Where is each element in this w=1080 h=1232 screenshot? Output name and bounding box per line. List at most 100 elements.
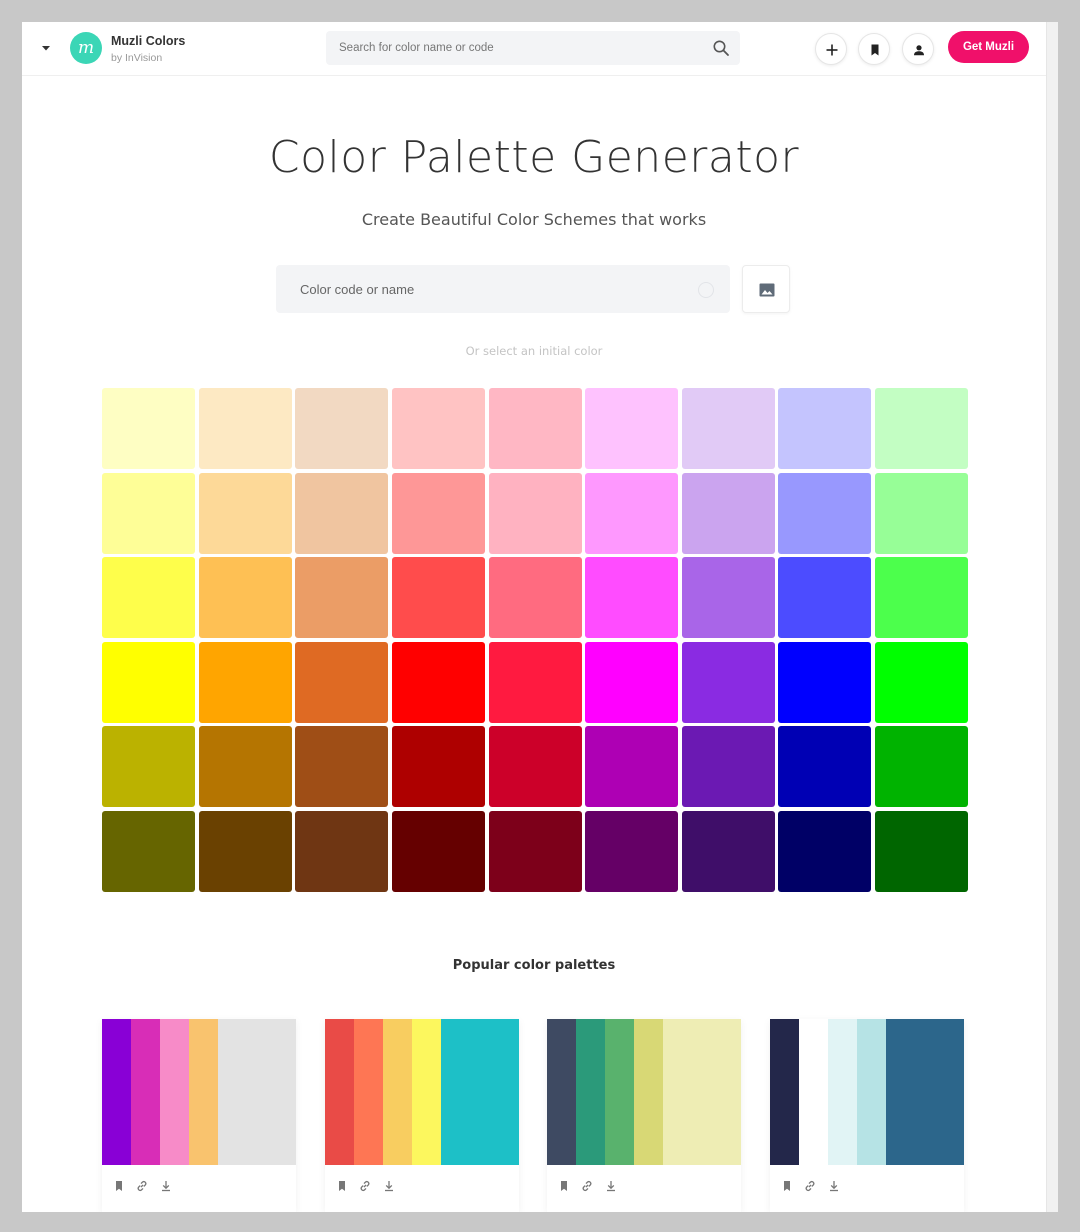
color-swatch[interactable]: [875, 472, 968, 554]
bookmark-icon[interactable]: [112, 1179, 126, 1193]
palette-color[interactable]: [411, 1019, 441, 1165]
bookmark-icon[interactable]: [335, 1179, 349, 1193]
color-swatch[interactable]: [488, 726, 582, 808]
color-swatch[interactable]: [295, 641, 389, 723]
palette-color[interactable]: [885, 1019, 964, 1165]
color-swatch[interactable]: [585, 388, 679, 469]
color-swatch[interactable]: [391, 810, 485, 892]
color-swatch[interactable]: [778, 641, 872, 723]
color-swatch[interactable]: [875, 557, 968, 639]
palette-color[interactable]: [856, 1019, 886, 1165]
color-swatch[interactable]: [198, 641, 292, 723]
palette-color[interactable]: [604, 1019, 634, 1165]
color-swatch[interactable]: [295, 557, 389, 639]
palette-card[interactable]: [102, 1019, 296, 1212]
color-swatch[interactable]: [585, 810, 679, 892]
color-swatch[interactable]: [778, 557, 872, 639]
color-swatch[interactable]: [391, 388, 485, 469]
color-swatch[interactable]: [681, 472, 775, 554]
download-icon[interactable]: [382, 1179, 396, 1193]
palette-colors[interactable]: [547, 1019, 741, 1165]
muzli-logo[interactable]: m: [70, 32, 102, 64]
color-swatch[interactable]: [681, 388, 775, 469]
profile-button[interactable]: [902, 33, 934, 65]
palette-color[interactable]: [662, 1019, 741, 1165]
color-swatch[interactable]: [875, 810, 968, 892]
saved-button[interactable]: [858, 33, 890, 65]
bookmark-icon[interactable]: [557, 1179, 571, 1193]
palette-color[interactable]: [188, 1019, 218, 1165]
color-swatch[interactable]: [488, 472, 582, 554]
palette-color[interactable]: [440, 1019, 519, 1165]
palette-color[interactable]: [102, 1019, 131, 1165]
color-swatch[interactable]: [198, 388, 292, 469]
color-swatch[interactable]: [102, 557, 195, 639]
color-swatch[interactable]: [585, 557, 679, 639]
color-swatch[interactable]: [778, 810, 872, 892]
color-swatch[interactable]: [102, 388, 195, 469]
download-icon[interactable]: [159, 1179, 173, 1193]
palette-color[interactable]: [382, 1019, 412, 1165]
color-swatch[interactable]: [681, 726, 775, 808]
palette-color[interactable]: [353, 1019, 383, 1165]
color-swatch[interactable]: [295, 726, 389, 808]
palette-color[interactable]: [325, 1019, 354, 1165]
bookmark-icon[interactable]: [780, 1179, 794, 1193]
link-icon[interactable]: [135, 1179, 149, 1193]
color-swatch[interactable]: [198, 726, 292, 808]
color-swatch[interactable]: [391, 557, 485, 639]
download-icon[interactable]: [827, 1179, 841, 1193]
color-swatch[interactable]: [102, 810, 195, 892]
color-swatch[interactable]: [875, 641, 968, 723]
color-swatch[interactable]: [681, 557, 775, 639]
palette-color[interactable]: [130, 1019, 160, 1165]
color-swatch[interactable]: [102, 472, 195, 554]
link-icon[interactable]: [803, 1179, 817, 1193]
color-swatch[interactable]: [198, 472, 292, 554]
color-swatch[interactable]: [875, 388, 968, 469]
color-swatch[interactable]: [778, 726, 872, 808]
palette-color[interactable]: [798, 1019, 828, 1165]
palette-color[interactable]: [575, 1019, 605, 1165]
color-swatch[interactable]: [295, 388, 389, 469]
color-swatch[interactable]: [875, 726, 968, 808]
palette-color[interactable]: [770, 1019, 799, 1165]
color-swatch[interactable]: [391, 472, 485, 554]
color-swatch[interactable]: [585, 641, 679, 723]
add-button[interactable]: [815, 33, 847, 65]
download-icon[interactable]: [604, 1179, 618, 1193]
color-swatch[interactable]: [391, 641, 485, 723]
palette-card[interactable]: [547, 1019, 741, 1212]
color-swatch[interactable]: [681, 641, 775, 723]
palette-color[interactable]: [827, 1019, 857, 1165]
palette-color[interactable]: [159, 1019, 189, 1165]
color-swatch[interactable]: [488, 810, 582, 892]
color-swatch[interactable]: [585, 472, 679, 554]
palette-color[interactable]: [547, 1019, 576, 1165]
palette-colors[interactable]: [102, 1019, 296, 1165]
color-swatch[interactable]: [778, 472, 872, 554]
palette-colors[interactable]: [325, 1019, 519, 1165]
color-swatch[interactable]: [198, 557, 292, 639]
link-icon[interactable]: [358, 1179, 372, 1193]
color-swatch[interactable]: [391, 726, 485, 808]
palette-color[interactable]: [217, 1019, 296, 1165]
color-swatch[interactable]: [681, 810, 775, 892]
color-swatch[interactable]: [488, 557, 582, 639]
color-swatch[interactable]: [488, 641, 582, 723]
chevron-down-icon[interactable]: [41, 43, 51, 53]
palette-color[interactable]: [633, 1019, 663, 1165]
color-swatch[interactable]: [585, 726, 679, 808]
link-icon[interactable]: [580, 1179, 594, 1193]
color-swatch[interactable]: [778, 388, 872, 469]
color-code-input[interactable]: [276, 265, 686, 313]
palette-colors[interactable]: [770, 1019, 964, 1165]
get-muzli-button[interactable]: Get Muzli: [948, 31, 1029, 63]
search-input[interactable]: [326, 31, 706, 65]
color-swatch[interactable]: [102, 641, 195, 723]
palette-card[interactable]: [770, 1019, 964, 1212]
color-swatch[interactable]: [198, 810, 292, 892]
search-icon[interactable]: [712, 39, 730, 57]
color-swatch[interactable]: [295, 810, 389, 892]
palette-card[interactable]: [325, 1019, 519, 1212]
